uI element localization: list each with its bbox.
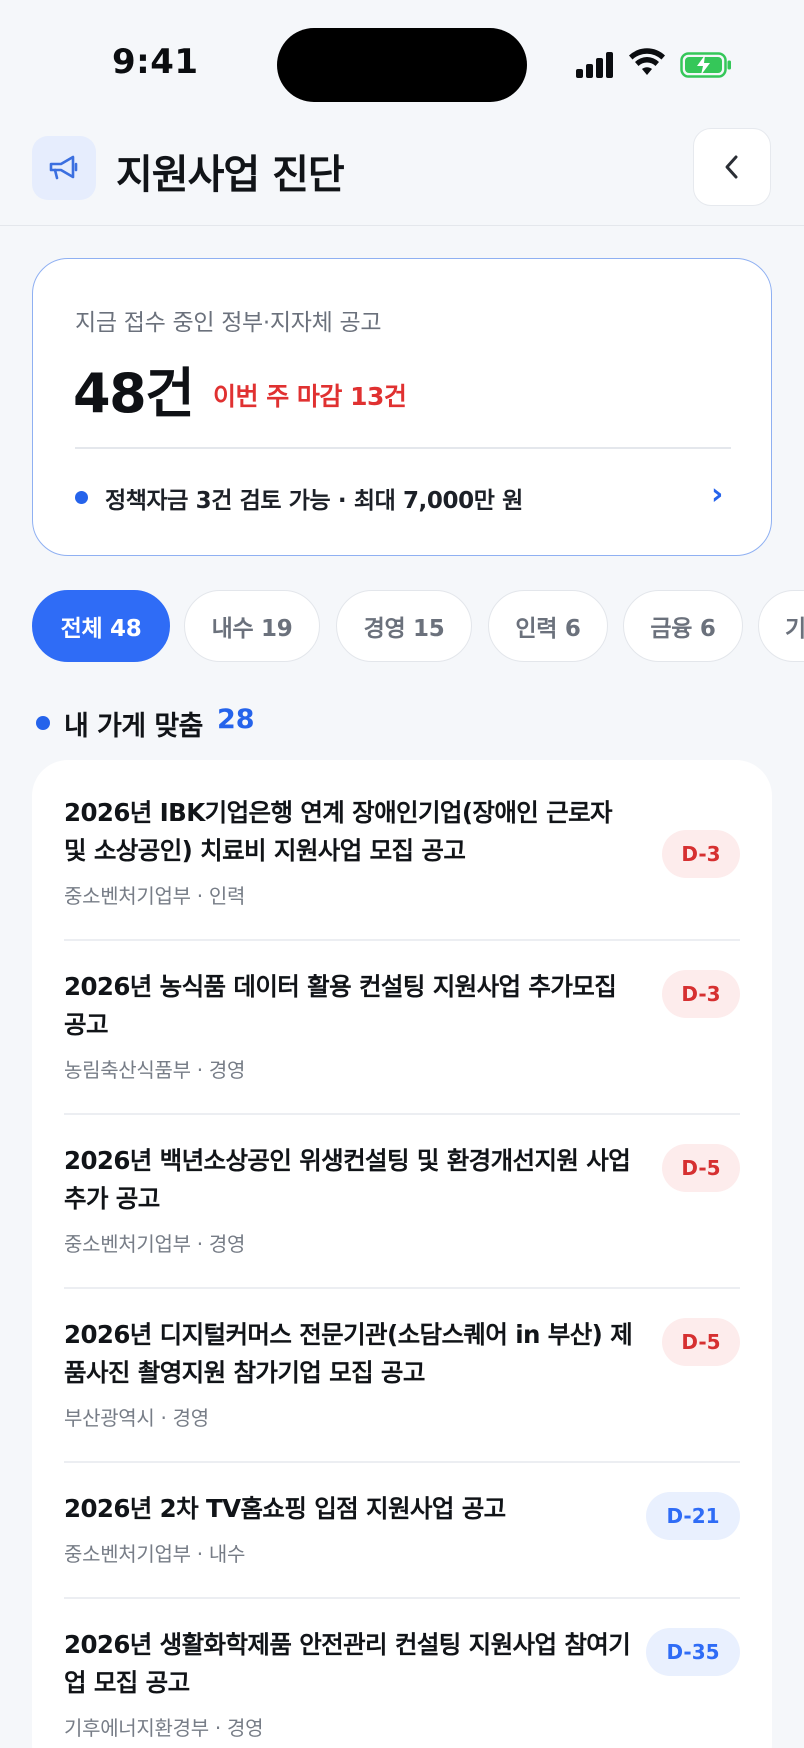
summary-card[interactable]: 지금 접수 중인 정부·지자체 공고 48건 이번 주 마감 13건 정책자금 …: [32, 258, 772, 556]
chevron-left-icon: [725, 155, 738, 179]
deadline-badge: D-3: [662, 830, 740, 878]
divider: [64, 1287, 740, 1289]
wifi-icon: [629, 48, 665, 75]
chip-management[interactable]: 경영 15: [336, 590, 472, 662]
chevron-right-icon[interactable]: ›: [711, 477, 723, 512]
item-meta: 중소벤처기업부 · 내수: [64, 1542, 246, 1566]
dynamic-island: [277, 28, 527, 102]
policy-fund-summary: 정책자금 3건 검토 가능 · 최대 7,000만 원: [105, 488, 523, 514]
list-item[interactable]: 2026년 IBK기업은행 연계 장애인기업(장애인 근로자 및 소상공인) 치…: [64, 794, 740, 908]
list-item[interactable]: 2026년 농식품 데이터 활용 컨설팅 지원사업 추가모집 공고 농림축산식품…: [64, 968, 740, 1082]
chip-finance[interactable]: 금융 6: [623, 590, 743, 662]
weekly-deadline-count: 이번 주 마감 13건: [213, 382, 407, 411]
divider: [64, 939, 740, 941]
item-meta: 기후에너지환경부 · 경영: [64, 1716, 264, 1740]
notice-list: 2026년 IBK기업은행 연계 장애인기업(장애인 근로자 및 소상공인) 치…: [32, 760, 772, 1748]
status-time: 9:41: [112, 42, 199, 82]
chip-all[interactable]: 전체 48: [32, 590, 170, 662]
status-bar: 9:41: [0, 0, 804, 120]
section-dot: [36, 716, 50, 730]
open-notice-count: 48건: [73, 362, 195, 425]
divider: [64, 1461, 740, 1463]
divider: [64, 1597, 740, 1599]
item-meta: 부산광역시 · 경영: [64, 1406, 209, 1430]
list-item[interactable]: 2026년 2차 TV홈쇼핑 입점 지원사업 공고 중소벤처기업부 · 내수 D…: [64, 1490, 740, 1566]
megaphone-icon: [32, 136, 96, 200]
item-title: 2026년 백년소상공인 위생컨설팅 및 환경개선지원 사업 추가 공고: [64, 1146, 631, 1213]
cellular-signal-icon: [576, 52, 616, 78]
item-meta: 농림축산식품부 · 경영: [64, 1058, 246, 1082]
deadline-badge: D-35: [646, 1628, 740, 1676]
chip-more[interactable]: 기: [758, 590, 804, 662]
section-title: 내 가게 맞춤: [64, 711, 203, 742]
item-title: 2026년 2차 TV홈쇼핑 입점 지원사업 공고: [64, 1494, 506, 1523]
section-count: 28: [217, 704, 255, 735]
divider: [64, 1113, 740, 1115]
chip-domestic[interactable]: 내수 19: [184, 590, 320, 662]
page-title: 지원사업 진단: [116, 152, 345, 198]
deadline-badge: D-5: [662, 1144, 740, 1192]
app-screen: 9:41 지원사업 진단 지금 접수 중인 정부·지자체 공고 48건 이번 주…: [0, 0, 804, 1748]
back-button[interactable]: [693, 128, 771, 206]
item-title: 2026년 디지털커머스 전문기관(소담스퀘어 in 부산) 제품사진 촬영지원…: [64, 1320, 633, 1387]
item-title: 2026년 IBK기업은행 연계 장애인기업(장애인 근로자 및 소상공인) 치…: [64, 798, 613, 865]
policy-dot: [75, 491, 88, 504]
list-item[interactable]: 2026년 생활화학제품 안전관리 컨설팅 지원사업 참여기업 모집 공고 기후…: [64, 1626, 740, 1740]
category-filter-chips: 전체 48 내수 19 경영 15 인력 6 금융 6 기: [0, 590, 804, 664]
app-header: 지원사업 진단: [0, 120, 804, 226]
deadline-badge: D-5: [662, 1318, 740, 1366]
item-title: 2026년 생활화학제품 안전관리 컨설팅 지원사업 참여기업 모집 공고: [64, 1630, 631, 1697]
item-meta: 중소벤처기업부 · 경영: [64, 1232, 246, 1256]
item-meta: 중소벤처기업부 · 인력: [64, 884, 246, 908]
summary-divider: [75, 447, 731, 449]
summary-label: 지금 접수 중인 정부·지자체 공고: [75, 310, 382, 336]
chip-workforce[interactable]: 인력 6: [488, 590, 608, 662]
deadline-badge: D-21: [646, 1492, 740, 1540]
item-title: 2026년 농식품 데이터 활용 컨설팅 지원사업 추가모집 공고: [64, 972, 617, 1039]
deadline-badge: D-3: [662, 970, 740, 1018]
list-item[interactable]: 2026년 디지털커머스 전문기관(소담스퀘어 in 부산) 제품사진 촬영지원…: [64, 1316, 740, 1430]
list-item[interactable]: 2026년 백년소상공인 위생컨설팅 및 환경개선지원 사업 추가 공고 중소벤…: [64, 1142, 740, 1256]
battery-charging-icon: [680, 52, 731, 78]
